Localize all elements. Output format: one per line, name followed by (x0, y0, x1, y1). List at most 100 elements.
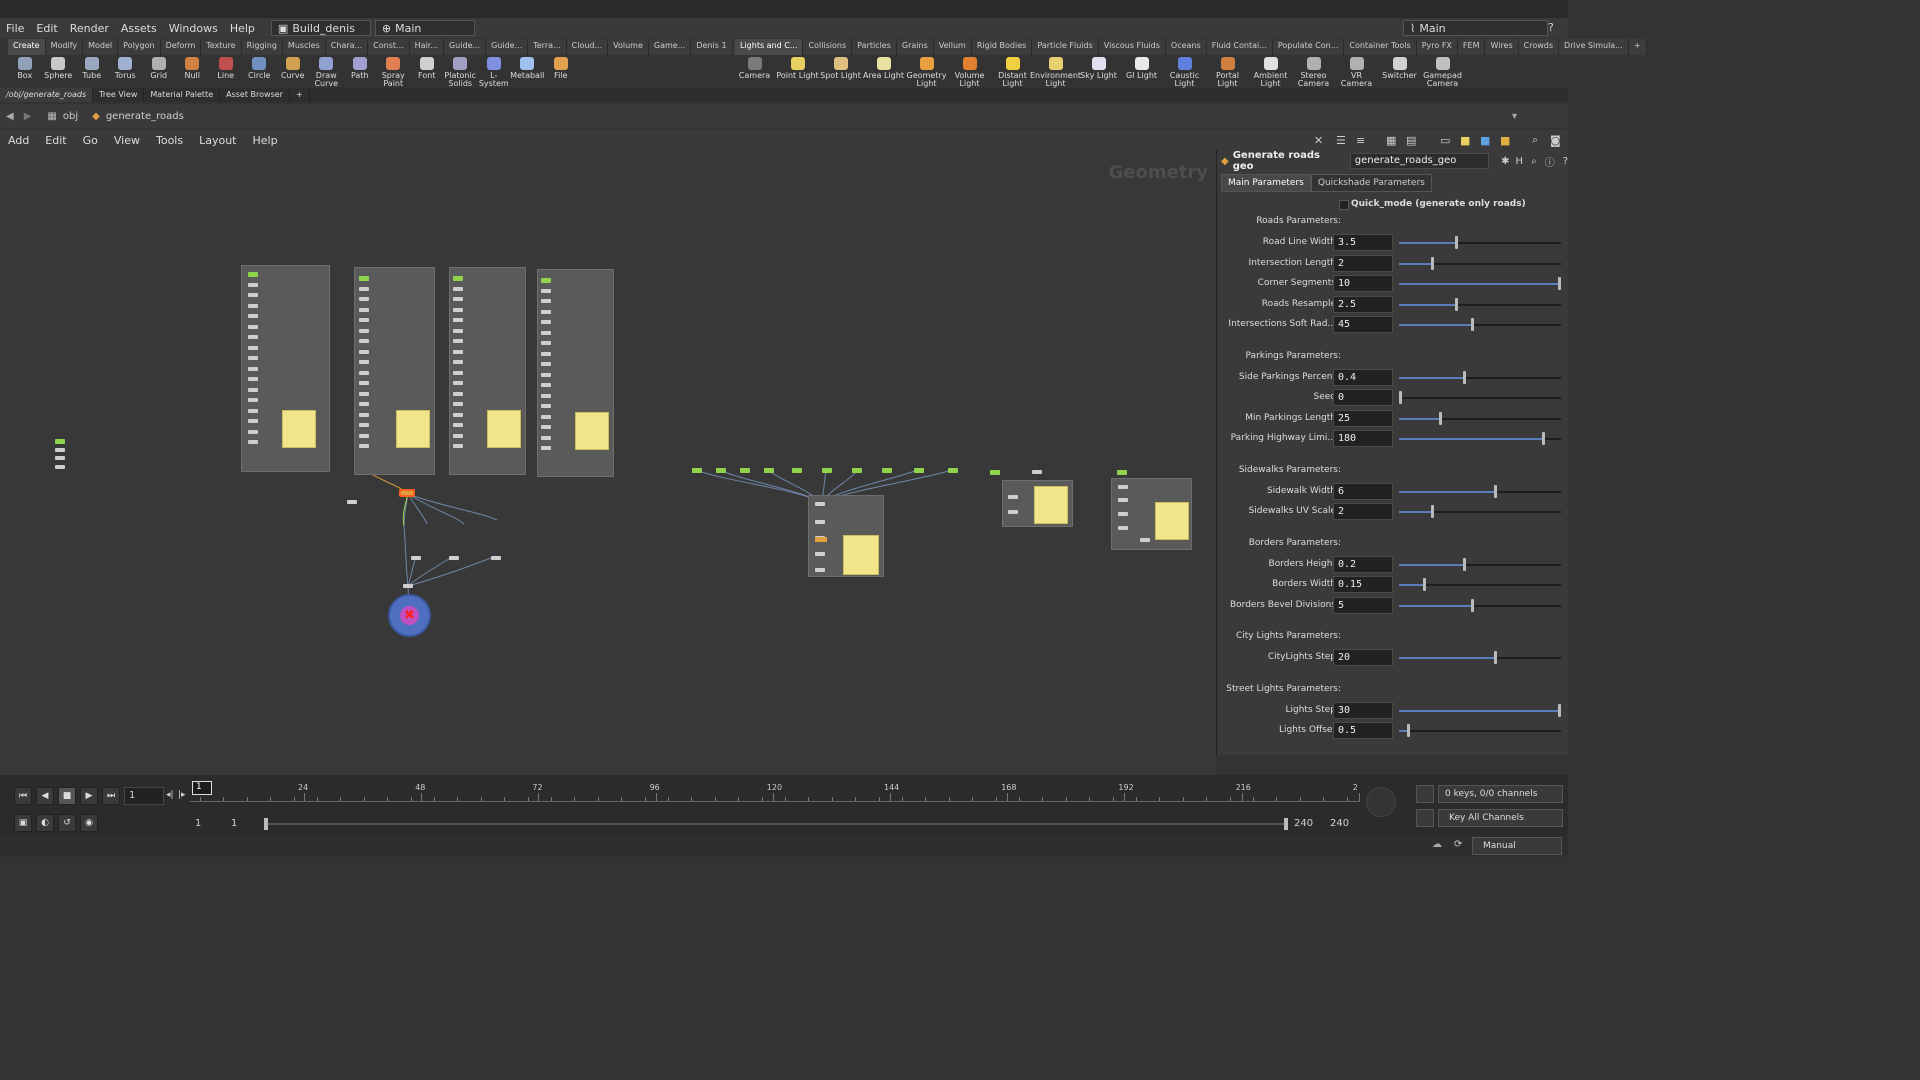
tool-geometry-light[interactable]: Geometry Light (905, 55, 948, 88)
sop-node[interactable] (248, 303, 258, 308)
wrench-icon[interactable]: ✕ (1314, 134, 1323, 147)
object-merge-node[interactable] (716, 468, 726, 473)
sop-node[interactable] (541, 320, 551, 324)
object-merge-node[interactable] (764, 468, 774, 473)
param-field[interactable]: 5 (1333, 596, 1393, 614)
back-arrow-icon[interactable]: ◀ (6, 111, 14, 122)
tool-point-light[interactable]: Point Light (776, 55, 819, 88)
slider-handle[interactable] (1454, 297, 1458, 311)
sop-node[interactable] (411, 556, 421, 560)
sop-node[interactable] (359, 328, 369, 333)
menu-render[interactable]: Render (64, 22, 115, 35)
tool-box[interactable]: Box (8, 55, 42, 88)
shelf-tab-collisions[interactable]: Collisions (803, 39, 853, 55)
param-slider[interactable] (1399, 651, 1561, 664)
param-field[interactable]: 10 (1333, 275, 1393, 292)
tool-path[interactable]: Path (343, 55, 377, 88)
slider-handle[interactable] (1462, 370, 1466, 384)
sop-node[interactable] (541, 362, 551, 366)
slider-handle[interactable] (1430, 505, 1434, 518)
menu-file[interactable]: File (0, 22, 30, 35)
shelf-tab-game[interactable]: Game... (648, 39, 692, 55)
shelf-tab-create[interactable]: Create (8, 39, 46, 55)
tool-sphere[interactable]: Sphere (42, 55, 76, 88)
shelf-tab-populate-con[interactable]: Populate Con... (1272, 39, 1345, 55)
slider-handle[interactable] (1454, 236, 1458, 249)
sop-node[interactable] (541, 341, 551, 345)
sop-node[interactable] (453, 307, 463, 312)
sticky-note[interactable] (843, 535, 879, 575)
object-merge-node[interactable] (541, 278, 551, 283)
shelf-tab-guide[interactable]: Guide... (486, 39, 529, 55)
sop-node[interactable] (541, 309, 551, 314)
shelf-tab-particle-fluids[interactable]: Particle Fluids (1032, 39, 1099, 55)
slider-handle[interactable] (1430, 256, 1434, 270)
param-slider[interactable] (1399, 557, 1561, 571)
range-start2-field[interactable]: 1 (231, 818, 237, 829)
param-slider[interactable] (1399, 277, 1561, 290)
param-slider[interactable] (1399, 432, 1561, 445)
slider-handle[interactable] (1494, 484, 1498, 498)
sop-node[interactable] (541, 372, 551, 377)
net-menu-edit[interactable]: Edit (37, 134, 74, 147)
net-menu-view[interactable]: View (106, 134, 148, 147)
sop-node[interactable] (359, 349, 369, 354)
shelf-tab-crowds[interactable]: Crowds (1518, 39, 1560, 55)
menu-help[interactable]: Help (224, 22, 261, 35)
network-editor[interactable]: Geometry ✖ (0, 150, 1216, 775)
sop-node[interactable] (541, 435, 551, 440)
object-merge-node[interactable] (248, 272, 258, 277)
tool-caustic-light[interactable]: Caustic Light (1163, 55, 1206, 88)
sop-node[interactable] (1118, 512, 1128, 516)
tool-draw-curve[interactable]: Draw Curve (310, 55, 344, 88)
sop-node[interactable] (248, 440, 258, 444)
menu-edit[interactable]: Edit (30, 22, 63, 35)
object-merge-node[interactable] (1117, 470, 1127, 475)
info-icon[interactable]: ⓘ (1545, 154, 1555, 169)
sop-node[interactable] (248, 282, 258, 287)
sop-node[interactable] (541, 288, 551, 293)
param-slider[interactable] (1399, 703, 1561, 717)
param-slider[interactable] (1399, 724, 1561, 737)
list-icon[interactable]: ≡ (1356, 134, 1365, 147)
sop-node[interactable] (815, 520, 825, 524)
sop-node[interactable] (1118, 526, 1128, 530)
tool-circle[interactable]: Circle (243, 55, 277, 88)
null-node[interactable] (815, 537, 827, 542)
range-bar[interactable] (264, 818, 1288, 830)
sop-node[interactable] (453, 433, 463, 438)
range-end-field[interactable]: 240 (1294, 818, 1313, 829)
shelf-tab-modify[interactable]: Modify (45, 39, 84, 55)
db-icon[interactable]: ■ (1500, 134, 1510, 147)
sop-node[interactable] (248, 356, 258, 360)
merge-node[interactable] (403, 584, 413, 588)
tab-network-path[interactable]: /obj/generate_roads (0, 88, 94, 102)
tool-camera[interactable]: Camera (733, 55, 776, 88)
key-mode-select[interactable]: Key All Channels (1438, 809, 1563, 827)
sop-node[interactable] (248, 345, 258, 350)
help-icon[interactable]: ? (1563, 156, 1568, 167)
shelf-tab-container-tools[interactable]: Container Tools (1344, 39, 1417, 55)
shelf-tab-volume[interactable]: Volume (608, 39, 649, 55)
sop-node[interactable] (248, 398, 258, 402)
shelf-tab-drive-simula[interactable]: Drive Simula... (1559, 39, 1629, 55)
slider-handle[interactable] (1542, 432, 1546, 445)
current-frame-marker[interactable]: 1 (192, 781, 212, 795)
sop-node[interactable] (359, 444, 369, 448)
sticky-note[interactable] (487, 410, 521, 448)
object-merge-node[interactable] (792, 468, 802, 473)
sop-node[interactable] (359, 423, 369, 427)
tool-platonic-solids[interactable]: Platonic Solids (444, 55, 478, 88)
param-field[interactable]: 6 (1333, 482, 1393, 500)
tab-quickshade-parameters[interactable]: Quickshade Parameters (1310, 174, 1432, 192)
object-merge-node[interactable] (948, 468, 958, 473)
sop-node[interactable] (359, 381, 369, 385)
sop-node[interactable] (453, 328, 463, 333)
sop-node[interactable] (453, 286, 463, 291)
slider-handle[interactable] (1494, 651, 1498, 664)
path-node[interactable]: generate_roads (106, 111, 184, 122)
sop-node[interactable] (248, 293, 258, 297)
param-field[interactable]: 2 (1333, 503, 1393, 520)
tool-gi-light[interactable]: GI Light (1120, 55, 1163, 88)
tab-tree-view[interactable]: Tree View (93, 88, 145, 102)
